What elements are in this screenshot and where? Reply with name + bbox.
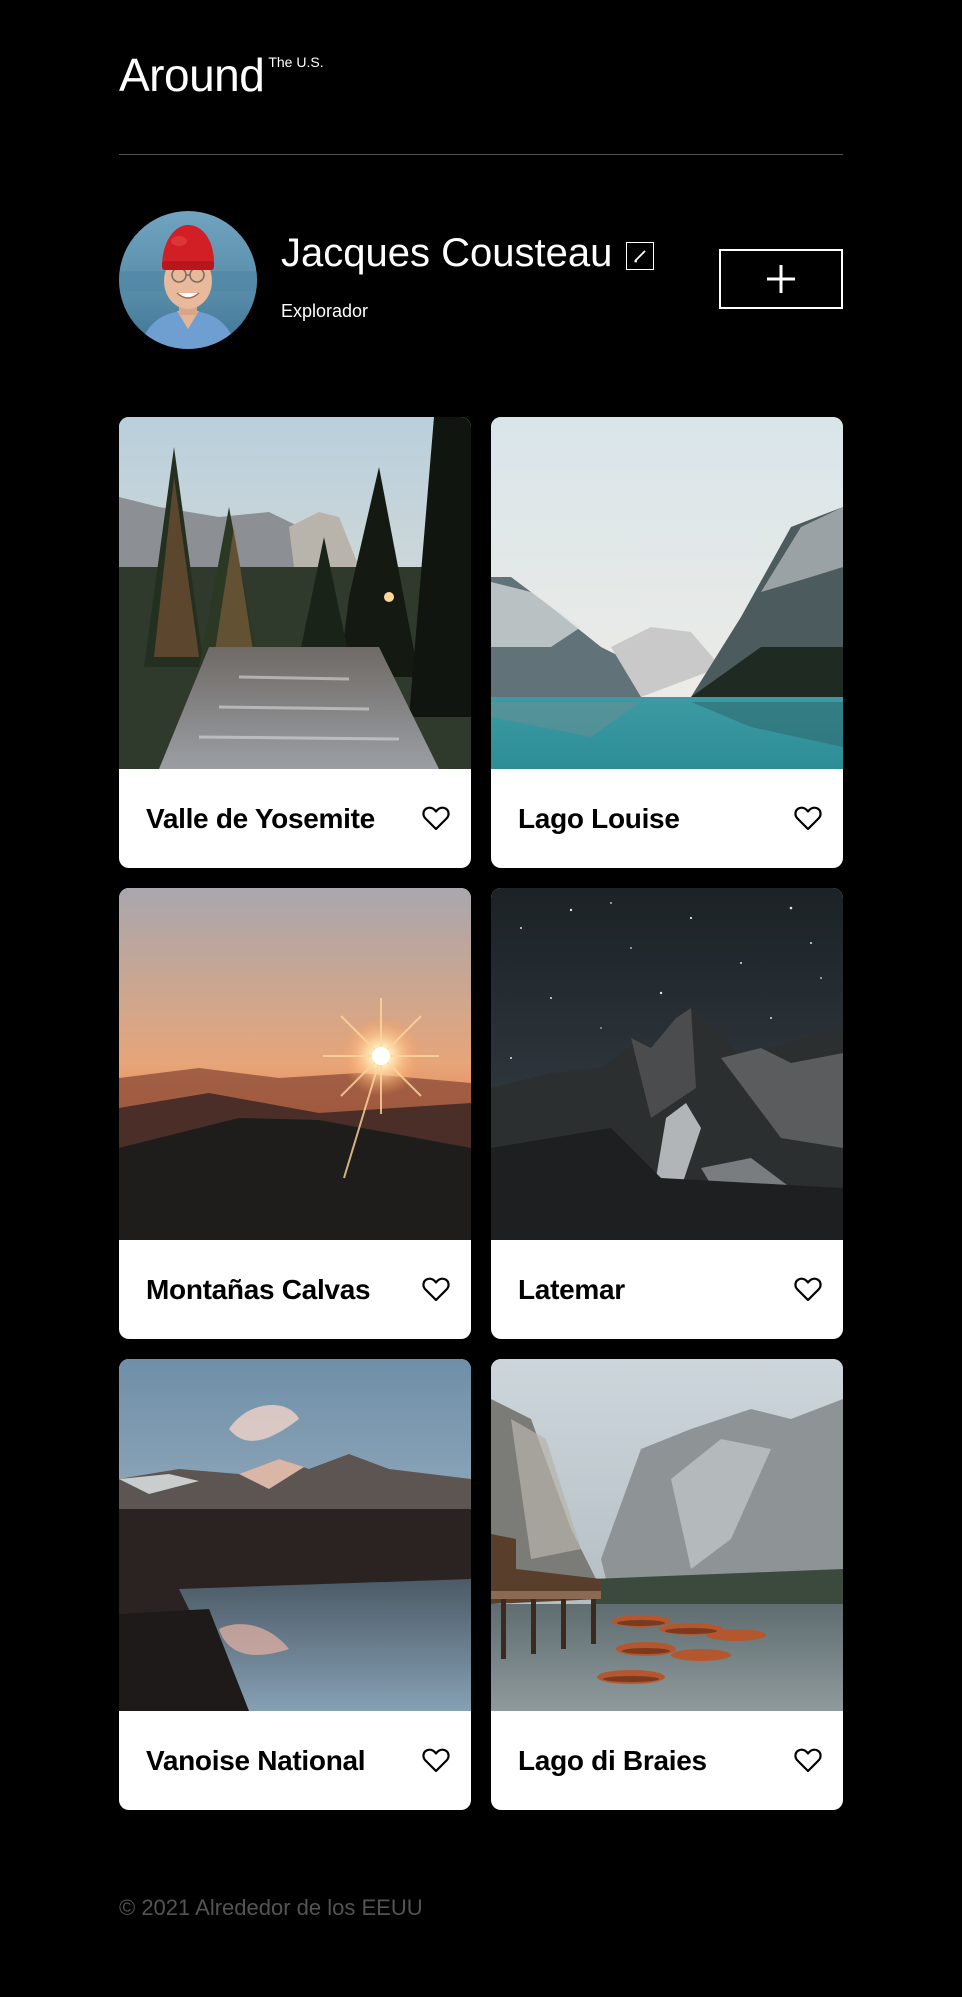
place-title: Latemar bbox=[518, 1273, 625, 1305]
profile-role: Explorador bbox=[281, 301, 369, 321]
card-footer: Valle de Yosemite bbox=[119, 769, 471, 868]
place-image[interactable] bbox=[119, 1359, 471, 1711]
plus-icon bbox=[767, 265, 795, 293]
logo-superscript: The U.S. bbox=[268, 54, 324, 70]
logo: Around The U.S. bbox=[119, 52, 324, 98]
header: Around The U.S. bbox=[119, 0, 843, 155]
place-card: Lago di Braies bbox=[491, 1359, 843, 1810]
heart-outline-icon bbox=[422, 1748, 450, 1773]
heart-outline-icon bbox=[794, 1277, 822, 1302]
avatar bbox=[119, 211, 257, 349]
place-card: Latemar bbox=[491, 888, 843, 1339]
place-image[interactable] bbox=[119, 888, 471, 1240]
profile: Jacques Cousteau Explorador bbox=[119, 211, 843, 349]
add-place-button[interactable] bbox=[719, 249, 843, 309]
heart-outline-icon bbox=[422, 806, 450, 831]
place-image[interactable] bbox=[119, 417, 471, 769]
like-button[interactable] bbox=[793, 1747, 823, 1775]
footer-copyright: © 2021 Alrededor de los EEUU bbox=[119, 1895, 423, 1920]
place-title: Valle de Yosemite bbox=[146, 802, 375, 834]
place-image[interactable] bbox=[491, 888, 843, 1240]
like-button[interactable] bbox=[793, 805, 823, 833]
heart-outline-icon bbox=[794, 806, 822, 831]
place-image[interactable] bbox=[491, 417, 843, 769]
name-row: Jacques Cousteau bbox=[281, 231, 655, 275]
card-footer: Montañas Calvas bbox=[119, 1240, 471, 1339]
profile-name: Jacques Cousteau bbox=[281, 231, 613, 275]
card-footer: Lago di Braies bbox=[491, 1711, 843, 1810]
place-card: Montañas Calvas bbox=[119, 888, 471, 1339]
place-card: Lago Louise bbox=[491, 417, 843, 868]
like-button[interactable] bbox=[793, 1276, 823, 1304]
like-button[interactable] bbox=[421, 805, 451, 833]
edit-profile-button[interactable] bbox=[626, 242, 655, 270]
place-title: Lago di Braies bbox=[518, 1744, 707, 1776]
place-card: Vanoise National bbox=[119, 1359, 471, 1810]
place-title: Montañas Calvas bbox=[146, 1273, 371, 1305]
place-title: Lago Louise bbox=[518, 802, 680, 834]
like-button[interactable] bbox=[421, 1276, 451, 1304]
heart-outline-icon bbox=[794, 1748, 822, 1773]
like-button[interactable] bbox=[421, 1747, 451, 1775]
logo-word: Around bbox=[119, 49, 265, 101]
heart-outline-icon bbox=[422, 1277, 450, 1302]
page: Around The U.S. Jacques Cousteau Explora… bbox=[119, 0, 843, 1920]
place-title: Vanoise National bbox=[146, 1744, 366, 1776]
place-card: Valle de Yosemite bbox=[119, 417, 471, 868]
card-footer: Vanoise National bbox=[119, 1711, 471, 1810]
place-image[interactable] bbox=[491, 1359, 843, 1711]
profile-info: Jacques Cousteau Explorador bbox=[281, 231, 655, 322]
card-footer: Lago Louise bbox=[491, 769, 843, 868]
card-footer: Latemar bbox=[491, 1240, 843, 1339]
places-grid: Valle de Yosemite Lago Louise Montañas C… bbox=[119, 417, 843, 1810]
pencil-icon bbox=[634, 250, 646, 263]
